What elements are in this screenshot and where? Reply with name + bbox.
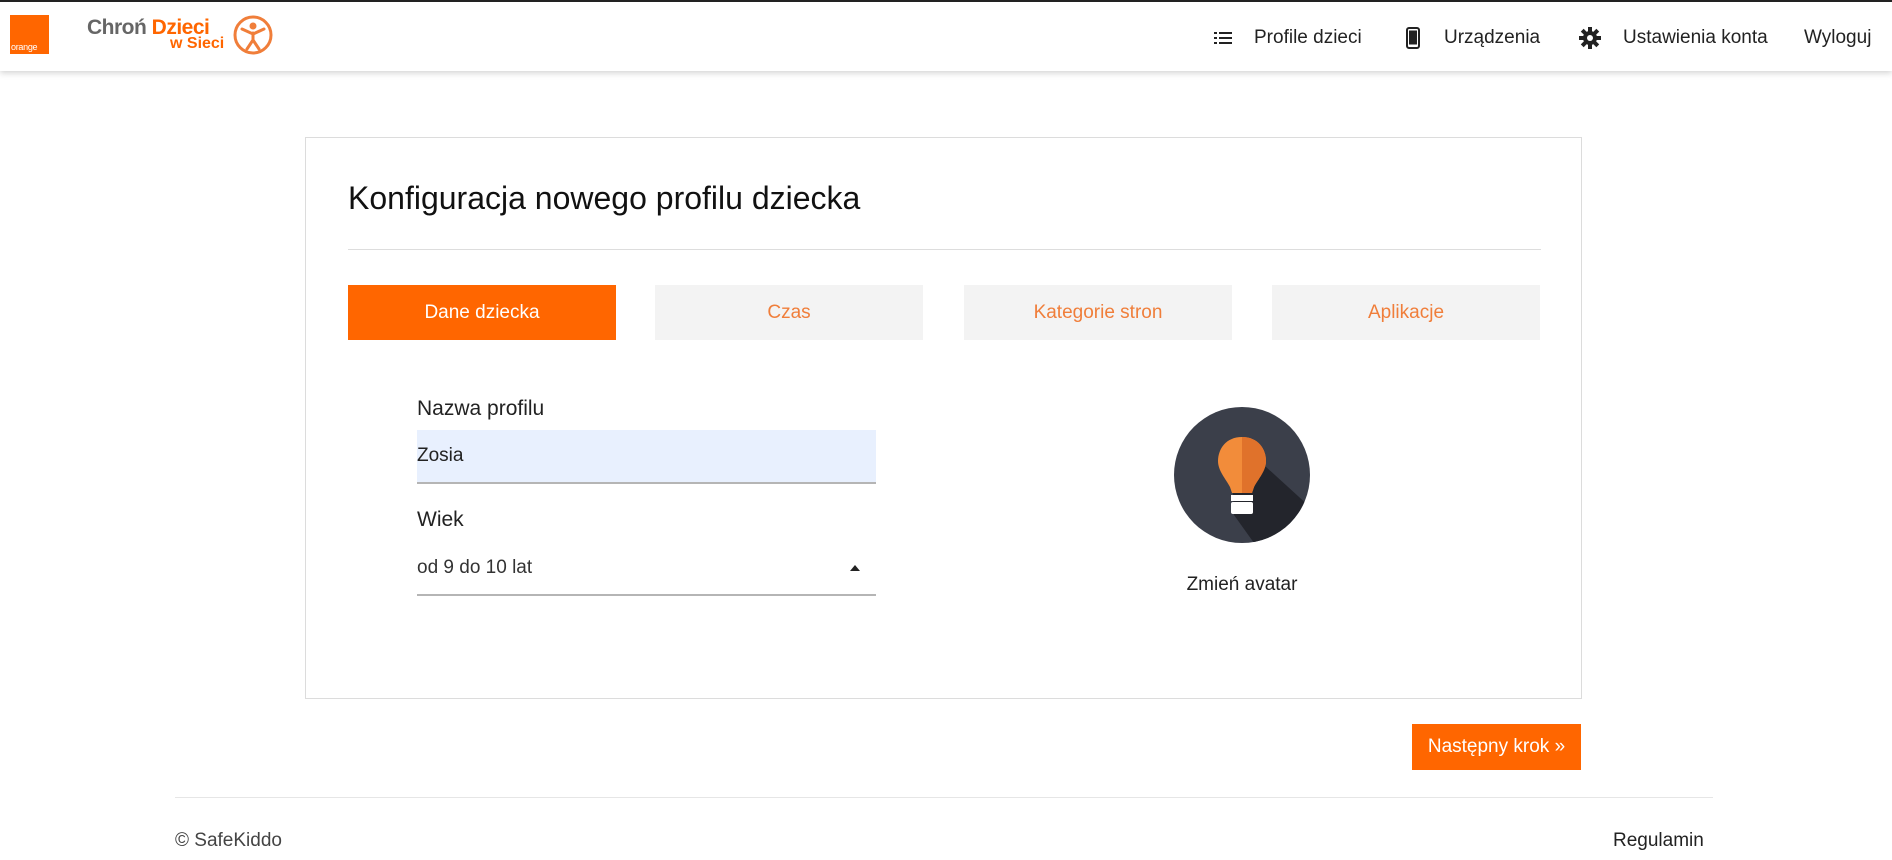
brand-line-2: w Sieci (170, 35, 225, 52)
terms-link[interactable]: Regulamin (1613, 830, 1704, 852)
title-divider (348, 249, 1541, 250)
profile-name-label: Nazwa profilu (417, 397, 545, 420)
change-avatar-link[interactable]: Zmień avatar (1174, 574, 1310, 596)
next-step-button[interactable]: Następny krok » (1412, 724, 1581, 770)
tab-site-categories[interactable]: Kategorie stron (964, 285, 1232, 340)
nav-logout-label: Wyloguj (1804, 26, 1872, 48)
orange-logo[interactable]: orange (10, 15, 49, 54)
orange-logo-text: orange (11, 42, 38, 52)
age-label: Wiek (417, 508, 464, 531)
avatar[interactable] (1174, 407, 1310, 543)
age-select-value: od 9 do 10 lat (417, 556, 533, 578)
age-select[interactable]: od 9 do 10 lat (417, 541, 876, 596)
list-icon (1214, 31, 1232, 44)
footer-copyright: © SafeKiddo (175, 830, 282, 851)
nav-devices-label: Urządzenia (1444, 26, 1541, 48)
nav-settings-label: Ustawienia konta (1623, 26, 1768, 48)
top-navigation-bar: orange Chroń Dzieci w Sieci Profile dzie… (0, 0, 1892, 71)
lightbulb-icon (1174, 407, 1310, 543)
gear-icon (1579, 26, 1601, 49)
profile-name-input[interactable]: Zosia (417, 430, 876, 484)
tab-applications[interactable]: Aplikacje (1272, 285, 1540, 340)
nav-account-settings[interactable]: Ustawienia konta (1579, 2, 1768, 73)
tab-time[interactable]: Czas (655, 285, 923, 340)
brand-word-1: Chroń (87, 16, 147, 39)
dropdown-arrow-icon (850, 565, 860, 571)
nav-logout[interactable]: Wyloguj (1804, 2, 1871, 73)
chron-dzieci-logo[interactable]: Chroń Dzieci w Sieci (87, 14, 277, 56)
page-title: Konfiguracja nowego profilu dziecka (348, 180, 861, 216)
phone-icon (1406, 26, 1420, 49)
footer-divider (175, 797, 1713, 798)
nav-profiles[interactable]: Profile dzieci (1214, 2, 1362, 73)
nav-devices[interactable]: Urządzenia (1406, 2, 1540, 73)
profile-config-card: Konfiguracja nowego profilu dziecka Dane… (305, 137, 1582, 699)
child-figure-icon (233, 15, 273, 55)
nav-profiles-label: Profile dzieci (1254, 26, 1362, 48)
tab-child-data[interactable]: Dane dziecka (348, 285, 616, 340)
profile-name-value: Zosia (417, 445, 464, 466)
